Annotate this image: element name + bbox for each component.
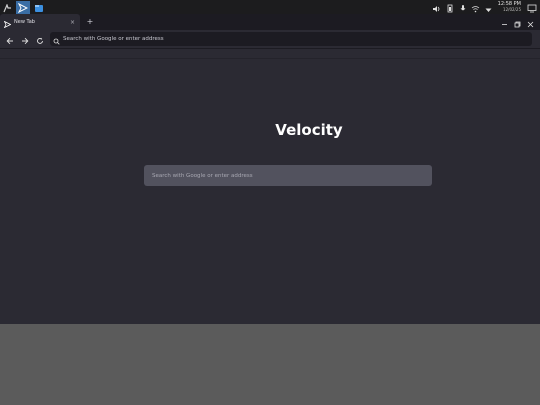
taskbar: 12:58 PM 12/02/25 bbox=[0, 0, 540, 14]
back-button[interactable] bbox=[3, 32, 17, 46]
reload-button[interactable] bbox=[33, 32, 47, 46]
url-input[interactable] bbox=[63, 36, 523, 42]
clock-date: 12/02/25 bbox=[503, 7, 521, 12]
navigation-bar bbox=[0, 30, 540, 49]
desktop-background bbox=[0, 324, 540, 405]
restore-icon bbox=[514, 13, 521, 32]
tray-menu-button[interactable] bbox=[483, 1, 495, 13]
browser-window: New Tab × + Search with Google or enter … bbox=[0, 14, 540, 324]
tab-close-button[interactable]: × bbox=[69, 19, 76, 26]
arrow-right-icon bbox=[21, 30, 29, 49]
restore-button[interactable] bbox=[511, 16, 523, 28]
minimize-button[interactable] bbox=[498, 16, 510, 28]
clock[interactable]: 12:58 PM 12/02/25 bbox=[498, 2, 521, 13]
close-window-button[interactable] bbox=[524, 16, 536, 28]
minimize-icon bbox=[501, 13, 508, 32]
system-tray: 12:58 PM 12/02/25 bbox=[430, 0, 540, 14]
close-icon bbox=[527, 13, 534, 32]
tab-label: New Tab bbox=[14, 19, 35, 25]
taskbar-browser-button[interactable] bbox=[16, 0, 30, 14]
window-controls bbox=[497, 14, 536, 30]
page-search-input[interactable] bbox=[152, 172, 422, 179]
show-desktop-button[interactable] bbox=[526, 1, 538, 13]
url-bar[interactable] bbox=[50, 32, 532, 46]
search-icon bbox=[53, 30, 60, 49]
tab-bar: New Tab × + bbox=[0, 14, 540, 30]
reload-icon bbox=[36, 30, 44, 49]
taskbar-files-button[interactable] bbox=[32, 1, 46, 14]
velocity-favicon-icon bbox=[3, 13, 12, 32]
page-title: Velocity bbox=[275, 121, 343, 139]
bookmarks-toolbar bbox=[0, 49, 540, 59]
battery-button[interactable] bbox=[444, 1, 456, 13]
microphone-button[interactable] bbox=[457, 1, 469, 13]
tab-new-tab[interactable]: New Tab × bbox=[0, 14, 80, 30]
volume-button[interactable] bbox=[431, 1, 443, 13]
page-search-box[interactable] bbox=[144, 165, 432, 186]
new-tab-button[interactable]: + bbox=[84, 16, 96, 28]
new-tab-page: Velocity bbox=[0, 61, 540, 324]
arrow-left-icon bbox=[6, 30, 14, 49]
forward-button[interactable] bbox=[18, 32, 32, 46]
network-button[interactable] bbox=[470, 1, 482, 13]
